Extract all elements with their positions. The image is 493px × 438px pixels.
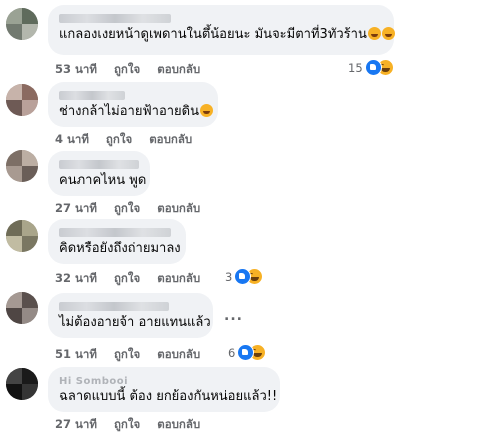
avatar[interactable] bbox=[6, 368, 38, 400]
comment-meta: 51 นาที ถูกใจ ตอบกลับ bbox=[55, 346, 213, 364]
reaction-summary[interactable]: 3 bbox=[225, 268, 264, 285]
comment-bubble: Hi Sombooi ฉลาดแบบนี้ ต้อง ยกย้องกันหน่อ… bbox=[48, 367, 280, 412]
comment-bubble: คิดหรือยังถึงถ่ายมาลง bbox=[48, 219, 186, 264]
commenter-name[interactable]: Hi Sombooi bbox=[59, 373, 269, 388]
commenter-name-blurred[interactable] bbox=[59, 157, 139, 172]
reaction-count: 3 bbox=[225, 269, 233, 284]
like-button[interactable]: ถูกใจ bbox=[114, 201, 140, 215]
comment-bubble: แกลองเงยหน้าดูเพดานในตึ้น้อยนะ มันจะมีตา… bbox=[48, 5, 395, 55]
comment-meta: 27 นาที ถูกใจ ตอบกลับ bbox=[55, 416, 213, 434]
laughing-rolling-emoji-icon bbox=[367, 27, 381, 40]
comment-timestamp[interactable]: 27 นาที bbox=[55, 417, 97, 431]
comment-bubble: คนภาคไหน พูด bbox=[48, 151, 150, 196]
comment-text: ฉลาดแบบนี้ ต้อง ยกย้องกันหน่อยแล้ว!! bbox=[59, 389, 278, 404]
avatar[interactable] bbox=[6, 220, 38, 252]
comment-meta: 32 นาที ถูกใจ ตอบกลับ bbox=[55, 270, 213, 288]
commenter-name-blurred[interactable] bbox=[59, 225, 175, 240]
like-button[interactable]: ถูกใจ bbox=[114, 417, 140, 431]
comment-meta: 53 นาที ถูกใจ ตอบกลับ bbox=[55, 61, 213, 79]
comment-meta: 27 นาที ถูกใจ ตอบกลับ bbox=[55, 200, 213, 218]
comment-text: คิดหรือยังถึงถ่ายมาลง bbox=[59, 241, 181, 256]
more-options-button[interactable]: ... bbox=[224, 308, 243, 324]
like-button[interactable]: ถูกใจ bbox=[114, 271, 140, 285]
avatar[interactable] bbox=[6, 150, 38, 182]
avatar[interactable] bbox=[6, 292, 38, 324]
commenter-name-blurred[interactable] bbox=[59, 88, 207, 103]
reaction-count: 6 bbox=[228, 345, 236, 360]
reaction-count: 15 bbox=[348, 60, 363, 75]
laughing-rolling-emoji-icon bbox=[381, 27, 395, 40]
reply-button[interactable]: ตอบกลับ bbox=[149, 132, 192, 146]
reply-button[interactable]: ตอบกลับ bbox=[157, 271, 200, 285]
comment-text: ไม่ต้องอายจ้า อายแทนแล้ว bbox=[59, 315, 211, 330]
commenter-name-blurred[interactable] bbox=[59, 11, 383, 26]
reaction-summary[interactable]: 6 bbox=[228, 344, 267, 361]
comment-text: แกลองเงยหน้าดูเพดานในตึ้น้อยนะ มันจะมีตา… bbox=[59, 26, 395, 44]
comment-timestamp[interactable]: 32 นาที bbox=[55, 271, 97, 285]
like-button[interactable]: ถูกใจ bbox=[114, 347, 140, 361]
comment-timestamp[interactable]: 27 นาที bbox=[55, 201, 97, 215]
comment-timestamp[interactable]: 4 นาที bbox=[55, 132, 89, 146]
comment-bubble: ไม่ต้องอายจ้า อายแทนแล้ว bbox=[48, 293, 213, 338]
comment-meta: 4 นาที ถูกใจ ตอบกลับ bbox=[55, 131, 205, 149]
comment-timestamp[interactable]: 53 นาที bbox=[55, 62, 97, 76]
like-button[interactable]: ถูกใจ bbox=[106, 132, 132, 146]
reply-button[interactable]: ตอบกลับ bbox=[157, 201, 200, 215]
commenter-name-blurred[interactable] bbox=[59, 299, 202, 314]
reply-button[interactable]: ตอบกลับ bbox=[157, 62, 200, 76]
avatar[interactable] bbox=[6, 84, 38, 116]
reply-button[interactable]: ตอบกลับ bbox=[157, 417, 200, 431]
comment-text: คนภาคไหน พูด bbox=[59, 173, 147, 188]
comment-timestamp[interactable]: 51 นาที bbox=[55, 347, 97, 361]
comment-bubble: ช่างกล้าไม่อายฟ้าอายดิน bbox=[48, 82, 218, 127]
avatar[interactable] bbox=[6, 8, 38, 40]
reaction-summary[interactable]: 15 bbox=[348, 59, 394, 76]
like-reaction-icon bbox=[364, 59, 382, 76]
reply-button[interactable]: ตอบกลับ bbox=[157, 347, 200, 361]
laughing-emoji-icon bbox=[200, 104, 213, 117]
comment-text: ช่างกล้าไม่อายฟ้าอายดิน bbox=[59, 103, 213, 121]
like-button[interactable]: ถูกใจ bbox=[114, 62, 140, 76]
